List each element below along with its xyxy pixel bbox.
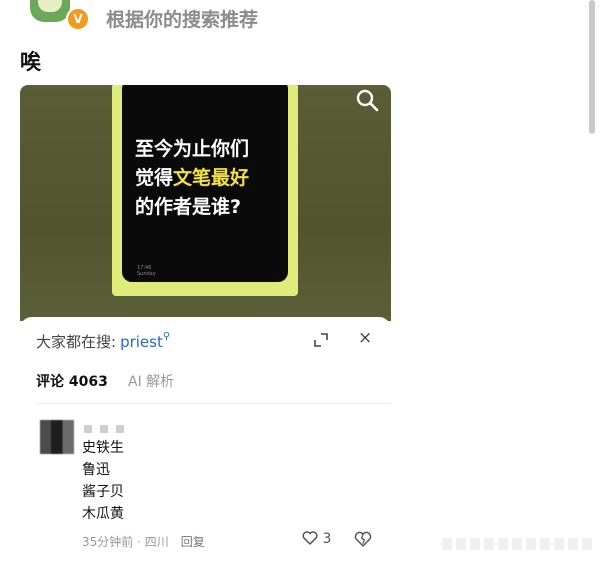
page-scrollbar[interactable] — [588, 0, 596, 564]
caption-line-2: 觉得文笔最好 — [135, 164, 249, 193]
tab-ai-analysis[interactable]: AI 解析 — [128, 371, 174, 391]
small-search-icon: ⚲ — [162, 331, 171, 342]
video-thumbnail[interactable]: 至今为止你们 觉得文笔最好 的作者是谁? 17:46 Sunday — [20, 85, 391, 321]
scrollbar-thumb[interactable] — [589, 0, 595, 134]
expand-icon[interactable] — [314, 333, 328, 347]
comments-sheet: 大家都在搜: priest⚲ × 评论 4063 AI 解析 史铁生 鲁迅 酱子贝… — [20, 317, 391, 564]
phone-day: Sunday — [137, 271, 156, 277]
comment-line: 史铁生 — [82, 440, 124, 456]
verified-badge-icon: V — [66, 7, 90, 31]
video-caption: 至今为止你们 觉得文笔最好 的作者是谁? — [135, 135, 249, 222]
like-button[interactable]: 3 — [302, 531, 331, 547]
recommend-title: 根据你的搜索推荐 — [106, 9, 259, 31]
recommend-header: V 根据你的搜索推荐 — [0, 0, 600, 36]
caption-line-2-prefix: 觉得 — [135, 167, 174, 189]
search-icon[interactable] — [355, 88, 379, 112]
post-title: 唉 — [20, 50, 41, 74]
caption-line-3: 的作者是谁? — [135, 196, 242, 218]
dislike-heart-icon[interactable] — [354, 531, 372, 547]
commenter-avatar[interactable] — [40, 420, 74, 454]
close-icon[interactable]: × — [358, 328, 372, 348]
trending-search-term[interactable]: priest — [120, 333, 163, 351]
comment-line: 酱子贝 — [82, 484, 124, 500]
comment-item: 史铁生 鲁迅 酱子贝 木瓜黄 35分钟前 · 四川 回复 3 — [36, 415, 391, 555]
trending-search-label: 大家都在搜: — [36, 333, 117, 351]
watermark-blur — [442, 538, 592, 550]
tabs-divider — [36, 403, 391, 404]
embedded-screenshot[interactable]: 至今为止你们 觉得文笔最好 的作者是谁? 17:46 Sunday 大家都在搜:… — [20, 85, 391, 564]
reply-button[interactable]: 回复 — [181, 535, 205, 549]
caption-line-1: 至今为止你们 — [135, 138, 250, 160]
caption-highlight: 文笔最好 — [173, 167, 250, 189]
tab-comments[interactable]: 评论 4063 — [36, 371, 108, 391]
comment-meta: 35分钟前 · 四川 回复 — [82, 533, 205, 550]
heart-icon — [302, 531, 318, 545]
comment-line: 木瓜黄 — [82, 506, 124, 522]
like-count: 3 — [322, 531, 332, 547]
commenter-name-blurred[interactable] — [84, 425, 132, 433]
user-avatar[interactable] — [30, 0, 70, 22]
comment-body: 史铁生 鲁迅 酱子贝 木瓜黄 — [82, 437, 124, 525]
comment-line: 鲁迅 — [82, 462, 110, 478]
comment-time-location: 35分钟前 · 四川 — [82, 535, 169, 549]
phone-clock: 17:46 Sunday — [137, 265, 156, 277]
trending-search[interactable]: 大家都在搜: priest⚲ — [36, 331, 170, 352]
